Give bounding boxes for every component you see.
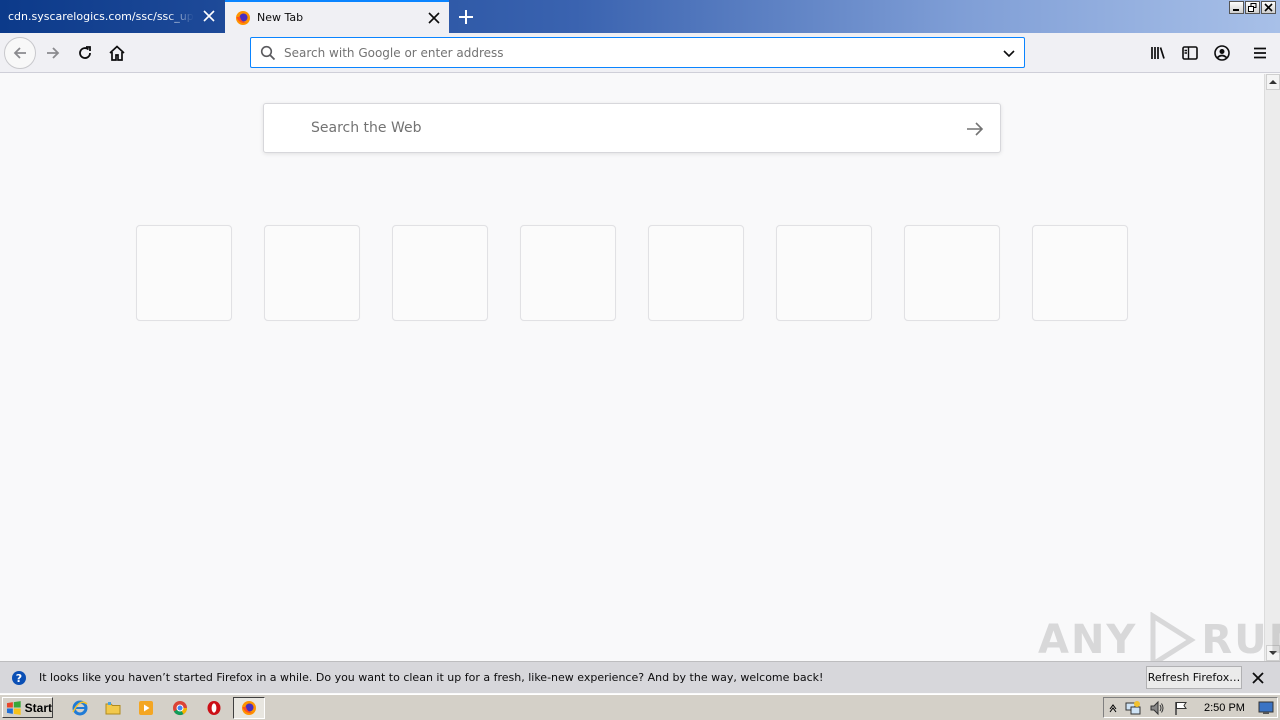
explorer-taskbar-button[interactable] [103, 698, 123, 718]
tab-syscarelogics[interactable]: cdn.syscarelogics.com/ssc/ssc_upgrad [0, 0, 224, 33]
tab-title: New Tab [257, 11, 304, 24]
opera-taskbar-button[interactable] [204, 698, 224, 718]
opera-icon [207, 701, 221, 715]
network-icon[interactable] [1125, 700, 1141, 716]
show-desktop-icon[interactable] [1258, 701, 1274, 715]
hamburger-menu-icon [1254, 47, 1266, 59]
refresh-firefox-button[interactable]: Refresh Firefox… [1146, 666, 1242, 689]
tab-title: cdn.syscarelogics.com/ssc/ssc_upgrad [8, 10, 194, 23]
arrow-left-icon [13, 47, 26, 59]
start-button[interactable]: Start [2, 697, 53, 718]
internet-explorer-icon [72, 700, 88, 716]
firefox-taskbar-button[interactable] [233, 697, 265, 719]
menu-button[interactable] [1244, 37, 1276, 69]
close-icon[interactable] [1250, 670, 1266, 686]
restore-button[interactable] [1245, 1, 1260, 14]
top-site-tile[interactable] [392, 225, 488, 321]
close-window-button[interactable] [1261, 1, 1276, 14]
sidebar-icon [1182, 46, 1198, 60]
svg-text:?: ? [16, 672, 22, 685]
arrow-right-icon [47, 47, 60, 59]
forward-button[interactable] [37, 37, 69, 69]
triangle-up-icon [1269, 80, 1277, 84]
top-site-tile[interactable] [1032, 225, 1128, 321]
firefox-icon [236, 10, 250, 25]
show-hidden-icons-icon[interactable] [1108, 703, 1118, 713]
notification-bar: ? It looks like you haven’t started Fire… [0, 661, 1280, 693]
new-tab-plus-icon[interactable] [455, 6, 477, 28]
chevron-down-icon[interactable] [1000, 44, 1018, 62]
arrow-right-icon[interactable] [964, 118, 986, 140]
minimize-button[interactable] [1229, 1, 1244, 14]
new-tab-page [0, 74, 1264, 661]
watermark-text: RUN [1201, 617, 1280, 663]
library-button[interactable] [1142, 37, 1174, 69]
sidebar-button[interactable] [1174, 37, 1206, 69]
web-search-input[interactable] [311, 120, 931, 136]
home-button[interactable] [101, 37, 133, 69]
start-label: Start [24, 700, 52, 715]
top-site-tile[interactable] [520, 225, 616, 321]
windows-logo-icon [6, 700, 21, 715]
reload-button[interactable] [69, 37, 101, 69]
media-player-icon [139, 701, 153, 715]
windows-taskbar: Start 2:50 PM [0, 694, 1280, 720]
scroll-up-button[interactable] [1266, 74, 1280, 90]
top-site-tile[interactable] [136, 225, 232, 321]
system-clock[interactable]: 2:50 PM [1204, 702, 1245, 714]
action-center-flag-icon[interactable] [1173, 700, 1189, 716]
minimize-icon [1233, 9, 1239, 11]
chrome-taskbar-button[interactable] [170, 698, 190, 718]
tab-strip: cdn.syscarelogics.com/ssc/ssc_upgrad New… [0, 0, 1280, 33]
system-tray: 2:50 PM [1103, 697, 1278, 718]
top-site-tile[interactable] [648, 225, 744, 321]
vertical-scrollbar[interactable] [1264, 74, 1280, 661]
close-icon[interactable] [202, 9, 216, 23]
folder-icon [105, 702, 121, 715]
library-icon [1151, 47, 1165, 59]
notification-message: It looks like you haven’t started Firefo… [39, 671, 824, 684]
window-controls [1229, 1, 1276, 14]
tab-new-tab[interactable]: New Tab [225, 0, 449, 33]
play-logo-icon [1150, 612, 1197, 668]
restore-icon [1248, 3, 1257, 12]
firefox-icon [242, 701, 256, 715]
media-player-taskbar-button[interactable] [136, 698, 156, 718]
web-search-box[interactable] [263, 103, 1001, 153]
reload-icon [79, 46, 91, 59]
top-site-tile[interactable] [264, 225, 360, 321]
account-button[interactable] [1206, 37, 1238, 69]
volume-icon[interactable] [1149, 700, 1165, 716]
search-icon [260, 45, 276, 60]
close-icon[interactable] [427, 11, 441, 25]
watermark-text: ANY [1038, 617, 1138, 663]
ie-taskbar-button[interactable] [70, 698, 90, 718]
back-button[interactable] [4, 37, 36, 69]
address-bar[interactable] [250, 37, 1025, 68]
home-icon [109, 45, 125, 61]
close-icon [1264, 3, 1273, 12]
account-icon [1214, 45, 1230, 61]
top-site-tile[interactable] [776, 225, 872, 321]
navigation-toolbar [0, 33, 1280, 73]
address-input[interactable] [284, 45, 984, 60]
top-site-tile[interactable] [904, 225, 1000, 321]
anyrun-watermark: ANY RUN [1038, 612, 1280, 668]
chrome-icon [173, 701, 188, 716]
help-icon: ? [12, 671, 26, 685]
